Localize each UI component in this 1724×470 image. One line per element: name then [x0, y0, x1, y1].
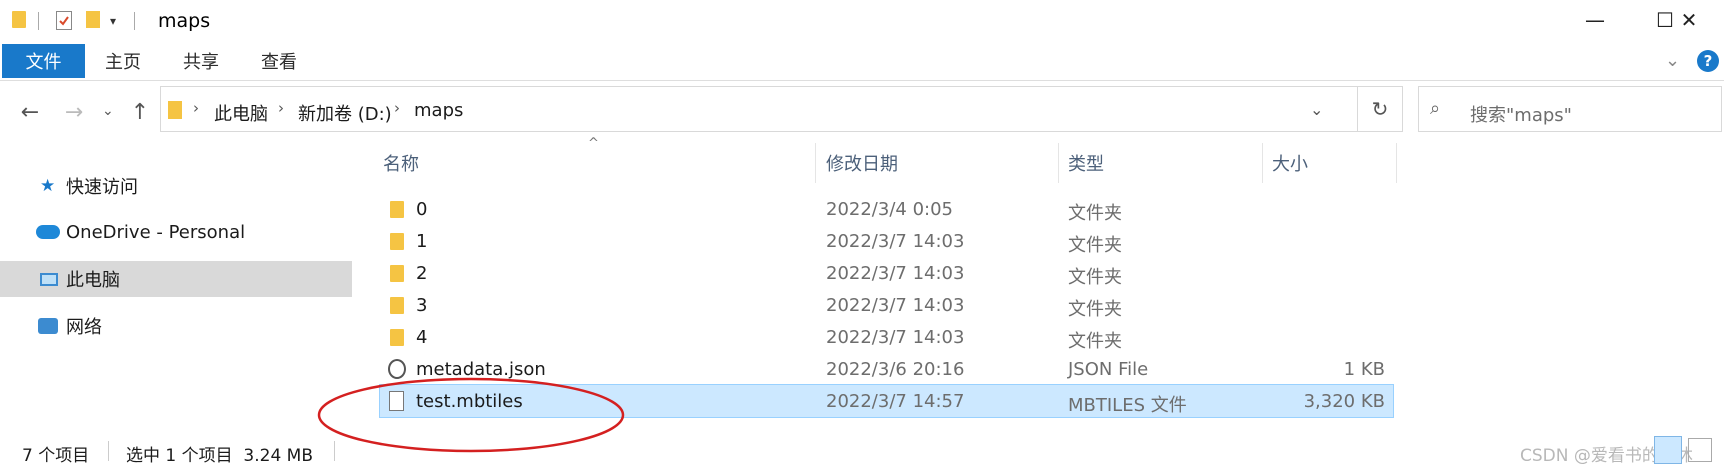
nav-this-pc[interactable]: 此电脑: [0, 261, 352, 297]
star-icon: ★: [40, 176, 56, 196]
divider: [38, 12, 39, 30]
file-type: 文件夹: [1068, 267, 1122, 288]
tab-share[interactable]: 共享: [170, 44, 232, 78]
close-button[interactable]: ✕: [1654, 0, 1724, 40]
tab-home[interactable]: 主页: [92, 44, 154, 78]
folder-icon: [12, 11, 26, 28]
quick-access-dropdown-icon[interactable]: ▾: [110, 14, 116, 28]
breadcrumb-this-pc[interactable]: 此电脑: [214, 100, 268, 126]
folder-icon: [390, 265, 404, 282]
new-folder-icon[interactable]: [86, 11, 100, 28]
expand-ribbon-icon[interactable]: ⌄: [1665, 50, 1680, 71]
nav-network[interactable]: 网络: [0, 308, 352, 344]
file-size: 1 KB: [1343, 359, 1385, 380]
column-divider[interactable]: [1058, 143, 1059, 183]
address-dropdown-icon[interactable]: ⌄: [1310, 100, 1323, 119]
column-header-type[interactable]: 类型: [1068, 150, 1104, 176]
file-type: 文件夹: [1068, 299, 1122, 320]
file-date: 2022/3/6 20:16: [826, 359, 965, 380]
file-date: 2022/3/7 14:03: [826, 231, 965, 252]
column-divider[interactable]: [1262, 143, 1263, 183]
large-icons-view-icon[interactable]: [1688, 438, 1712, 462]
file-name: 4: [416, 327, 428, 348]
file-date: 2022/3/7 14:57: [826, 391, 965, 412]
help-icon[interactable]: ?: [1697, 50, 1719, 72]
file-type: 文件夹: [1068, 331, 1122, 352]
nav-label: 此电脑: [66, 270, 120, 291]
chevron-right-icon[interactable]: ›: [278, 99, 284, 117]
up-button[interactable]: ↑: [126, 100, 154, 125]
details-view-icon[interactable]: [1654, 436, 1682, 464]
table-row[interactable]: 3 2022/3/7 14:03 文件夹: [380, 289, 1393, 321]
window-title: maps: [158, 10, 211, 32]
forward-button[interactable]: →: [60, 100, 88, 125]
back-button[interactable]: ←: [16, 100, 44, 125]
chevron-right-icon[interactable]: ›: [193, 99, 199, 117]
tab-file[interactable]: 文件: [2, 44, 85, 78]
table-row[interactable]: 0 2022/3/4 0:05 文件夹: [380, 193, 1393, 225]
file-date: 2022/3/7 14:03: [826, 263, 965, 284]
column-divider[interactable]: [1396, 143, 1397, 183]
tab-view[interactable]: 查看: [248, 44, 310, 78]
file-type: JSON File: [1068, 359, 1149, 380]
folder-icon: [390, 233, 404, 250]
cloud-icon: [36, 225, 60, 239]
file-name: 1: [416, 231, 428, 252]
file-name: 2: [416, 263, 428, 284]
divider: [134, 12, 135, 30]
computer-icon: [40, 272, 58, 286]
file-type: 文件夹: [1068, 203, 1122, 224]
file-name: 0: [416, 199, 428, 220]
folder-icon: [168, 101, 182, 119]
properties-icon[interactable]: [56, 11, 72, 30]
status-selection: 选中 1 个项目 3.24 MB: [126, 446, 314, 466]
title-bar: ▾ maps — ☐ ✕: [0, 0, 1724, 40]
divider: [108, 441, 109, 461]
file-date: 2022/3/7 14:03: [826, 295, 965, 316]
file-date: 2022/3/4 0:05: [826, 199, 953, 220]
folder-icon: [390, 297, 404, 314]
nav-label: OneDrive - Personal: [66, 221, 246, 243]
file-type: 文件夹: [1068, 235, 1122, 256]
search-icon: ⌕: [1430, 98, 1441, 119]
nav-label: 网络: [66, 317, 102, 338]
folder-icon: [390, 329, 404, 346]
nav-label: 快速访问: [66, 177, 138, 198]
recent-locations-dropdown-icon[interactable]: ⌄: [102, 103, 114, 119]
file-date: 2022/3/7 14:03: [826, 327, 965, 348]
column-header-size[interactable]: 大小: [1272, 150, 1308, 176]
table-row[interactable]: 1 2022/3/7 14:03 文件夹: [380, 225, 1393, 257]
nav-quick-access[interactable]: ★ 快速访问: [0, 168, 352, 204]
table-row[interactable]: 4 2022/3/7 14:03 文件夹: [380, 321, 1393, 353]
table-row[interactable]: 2 2022/3/7 14:03 文件夹: [380, 257, 1393, 289]
breadcrumb-drive[interactable]: 新加卷 (D:): [298, 100, 392, 126]
refresh-button[interactable]: ↻: [1357, 86, 1403, 132]
search-placeholder: 搜索"maps": [1470, 105, 1572, 126]
file-type: MBTILES 文件: [1068, 395, 1187, 416]
minimize-button[interactable]: —: [1560, 0, 1630, 40]
sort-ascending-icon: ^: [588, 136, 599, 151]
folder-icon: [390, 201, 404, 218]
network-icon: [38, 318, 58, 334]
column-header-name[interactable]: 名称: [383, 150, 419, 176]
file-size: 3,320 KB: [1303, 391, 1385, 412]
status-item-count: 7 个项目: [22, 446, 90, 466]
file-name: 3: [416, 295, 428, 316]
breadcrumb-maps[interactable]: maps: [414, 100, 463, 121]
column-divider[interactable]: [815, 143, 816, 183]
nav-onedrive[interactable]: OneDrive - Personal: [0, 214, 352, 250]
column-header-date[interactable]: 修改日期: [826, 150, 898, 176]
annotation-ellipse: [317, 377, 625, 453]
divider: [334, 441, 335, 461]
chevron-right-icon[interactable]: ›: [394, 99, 400, 117]
